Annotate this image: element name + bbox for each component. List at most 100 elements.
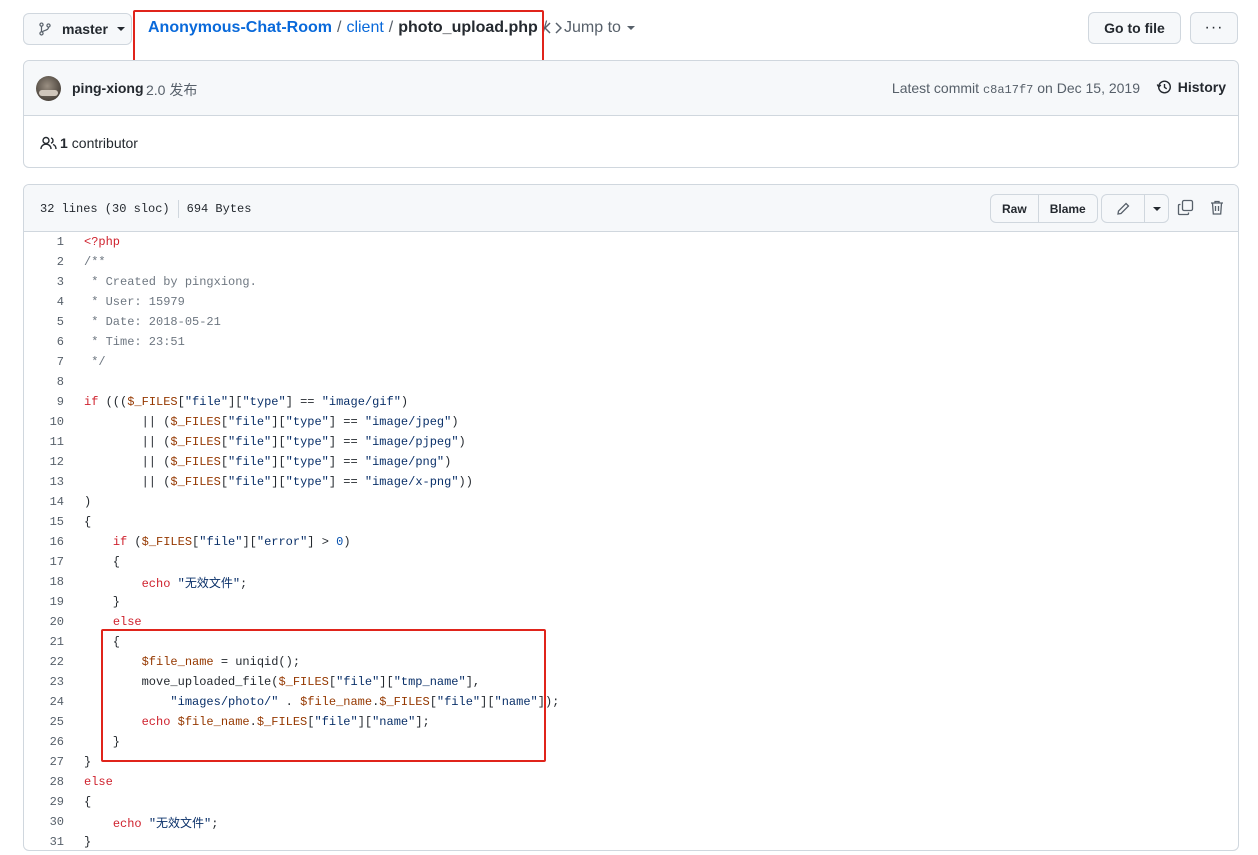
line-number[interactable]: 3 (24, 275, 64, 289)
code-text: } (64, 735, 120, 749)
code-token: "file" (199, 535, 243, 549)
line-number[interactable]: 27 (24, 755, 64, 769)
line-number[interactable]: 28 (24, 775, 64, 789)
code-token: ]; (415, 715, 430, 729)
code-token: "file" (336, 675, 380, 689)
file-info: 32 lines (30 sloc) 694 Bytes (40, 200, 251, 218)
edit-options-dropdown[interactable] (1144, 195, 1168, 222)
line-number[interactable]: 25 (24, 715, 64, 729)
code-token: . (249, 715, 257, 729)
blame-button[interactable]: Blame (1037, 195, 1097, 222)
line-number[interactable]: 17 (24, 555, 64, 569)
code-token: "image/x-png" (364, 475, 459, 489)
raw-blame-group: Raw Blame (990, 194, 1098, 223)
code-line: 31} (24, 832, 1238, 850)
history-icon (1156, 80, 1171, 94)
avatar[interactable] (36, 76, 61, 101)
line-number[interactable]: 6 (24, 335, 64, 349)
code-token: ((( (98, 395, 128, 409)
code-line: 24 "images/photo/" . $file_name.$_FILES[… (24, 692, 1238, 712)
line-number[interactable]: 29 (24, 795, 64, 809)
code-text: || ($_FILES["file"]["type"] == "image/jp… (64, 415, 459, 429)
code-token: * User: 15979 (84, 295, 185, 309)
commit-date: on Dec 15, 2019 (1037, 80, 1140, 96)
branch-name: master (62, 21, 108, 37)
line-number[interactable]: 31 (24, 835, 64, 849)
raw-button[interactable]: Raw (991, 195, 1038, 222)
go-to-file-button[interactable]: Go to file (1088, 12, 1181, 44)
line-number[interactable]: 30 (24, 815, 64, 829)
line-number[interactable]: 15 (24, 515, 64, 529)
jump-to-button[interactable]: Jump to (544, 17, 635, 39)
copy-icon[interactable] (1177, 199, 1194, 216)
code-token: "file" (184, 395, 229, 409)
line-number[interactable]: 11 (24, 435, 64, 449)
code-text: "images/photo/" . $file_name.$_FILES["fi… (64, 695, 559, 709)
branch-select-button[interactable]: master (23, 13, 132, 45)
code-token: ) (444, 455, 452, 469)
line-number[interactable]: 14 (24, 495, 64, 509)
line-number[interactable]: 21 (24, 635, 64, 649)
line-number[interactable]: 23 (24, 675, 64, 689)
line-number[interactable]: 24 (24, 695, 64, 709)
breadcrumb-repo-link[interactable]: Anonymous-Chat-Room (148, 17, 332, 39)
edit-file-button[interactable] (1102, 195, 1144, 222)
line-number[interactable]: 5 (24, 315, 64, 329)
line-number[interactable]: 9 (24, 395, 64, 409)
line-number[interactable]: 8 (24, 375, 64, 389)
trash-icon[interactable] (1209, 199, 1225, 216)
line-number[interactable]: 7 (24, 355, 64, 369)
code-text: || ($_FILES["file"]["type"] == "image/pj… (64, 435, 466, 449)
code-token: "file" (314, 715, 358, 729)
history-label: History (1177, 79, 1226, 95)
line-number[interactable]: 2 (24, 255, 64, 269)
line-number[interactable]: 4 (24, 295, 64, 309)
code-token: $file_name (177, 715, 250, 729)
code-token: ]); (537, 695, 560, 709)
code-line: 28 else (24, 772, 1238, 792)
code-token: else (84, 775, 113, 789)
code-line: 20 else (24, 612, 1238, 632)
code-token: [ (220, 435, 229, 449)
code-token: ( (127, 535, 142, 549)
commit-message-link[interactable]: 2.0 发布 (146, 80, 197, 100)
code-token: * Time: 23:51 (84, 335, 185, 349)
commit-sha-link[interactable]: c8a17f7 (983, 83, 1033, 97)
more-options-button[interactable]: ··· (1190, 12, 1238, 44)
line-number[interactable]: 20 (24, 615, 64, 629)
code-text: else (64, 615, 142, 629)
code-line: 4 * User: 15979 (24, 292, 1238, 312)
code-token: "type" (285, 455, 329, 469)
code-icon (544, 22, 562, 34)
line-number[interactable]: 13 (24, 475, 64, 489)
code-token: { (84, 515, 92, 529)
line-number[interactable]: 22 (24, 655, 64, 669)
line-number[interactable]: 10 (24, 415, 64, 429)
code-line: 23 move_uploaded_file($_FILES["file"]["t… (24, 672, 1238, 692)
chevron-down-icon (626, 26, 635, 30)
breadcrumb-dir-link[interactable]: client (346, 17, 383, 39)
line-number[interactable]: 18 (24, 575, 64, 589)
history-button[interactable]: History (1156, 79, 1226, 95)
code-token: ], (465, 675, 481, 689)
file-size-info: 694 Bytes (186, 202, 252, 216)
code-token: ] == (328, 415, 365, 429)
line-number[interactable]: 1 (24, 235, 64, 249)
code-listing: 1 <?php 2/** 3 * Created by pingxiong. 4 * U… (24, 232, 1238, 850)
code-text: $file_name = uniqid(); (64, 655, 300, 669)
commit-author-link[interactable]: ping-xiong (72, 80, 144, 96)
line-number[interactable]: 26 (24, 735, 64, 749)
code-token: } (84, 735, 121, 749)
code-text: } (64, 595, 120, 609)
code-token: "type" (285, 475, 329, 489)
contributors-link[interactable]: 1 contributor (40, 135, 138, 151)
line-number[interactable]: 16 (24, 535, 64, 549)
code-token: if (112, 535, 128, 549)
line-number[interactable]: 19 (24, 595, 64, 609)
code-token: || ( (84, 415, 171, 429)
line-number[interactable]: 12 (24, 455, 64, 469)
